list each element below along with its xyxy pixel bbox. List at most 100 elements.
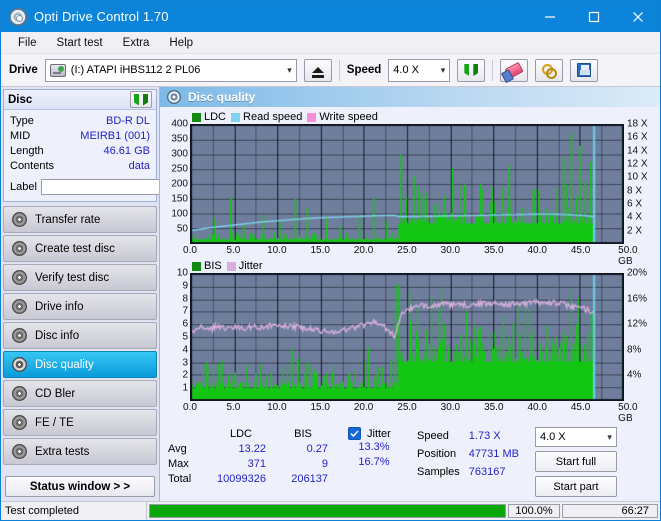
sidebar-item-create-test-disc[interactable]: Create test disc	[3, 235, 157, 262]
erase-button[interactable]	[500, 58, 529, 82]
keys-icon	[541, 63, 557, 79]
eject-button[interactable]	[303, 58, 332, 82]
disc-panel-title: Disc	[8, 93, 33, 106]
legend-label: Jitter	[238, 260, 263, 272]
legend-swatch	[226, 261, 236, 271]
bis-x-axis: 0.0 5.0 10.0 15.0 20.0 25.0 30.0 35.0 40.0 45.0 50…	[183, 401, 638, 424]
window-title: Opti Drive Control 1.70	[34, 9, 169, 24]
bis-y-axis: 1 2 3 4 5 6 7 8 9 10	[164, 268, 190, 401]
sidebar-item-cd-bler[interactable]: CD Bler	[3, 380, 157, 407]
disc-row-value: BD-R DL	[105, 115, 150, 127]
save-button[interactable]	[570, 58, 599, 82]
axis-tick-label: 8	[182, 293, 188, 305]
position-label: Position	[417, 448, 457, 460]
axis-tick-label: 150	[171, 193, 188, 205]
axis-tick-label: 35.0	[484, 402, 504, 413]
avg-bis-value: 0.27	[306, 443, 328, 455]
axis-tick-label: 45.0	[570, 402, 591, 413]
position-row: Position 47731 MB	[416, 445, 527, 463]
drive-select[interactable]: (I:) ATAPI iHBS112 2 PL06 ▾	[44, 58, 297, 82]
chevron-down-icon: ▾	[607, 431, 612, 442]
total-bis-value: 206137	[291, 473, 328, 485]
samples-label: Samples	[417, 466, 460, 478]
chevron-down-icon: ▾	[287, 64, 292, 75]
axis-tick-label: 7	[182, 305, 188, 317]
row-label-avg: Avg	[168, 443, 187, 455]
samples-value: 763167	[468, 466, 506, 478]
axis-tick-label: 10.0	[267, 245, 287, 256]
jitter-checkbox[interactable]	[348, 427, 361, 440]
refresh-icon	[133, 93, 149, 107]
charts-area: LDC Read speed Write speed 50 100 150 200 25…	[160, 107, 660, 424]
axis-tick-label: 40.0	[527, 245, 547, 256]
disc-row-key: Contents	[10, 160, 55, 172]
jitter-label: Jitter	[367, 427, 391, 440]
bis-plot	[190, 273, 624, 401]
sidebar-item-disc-quality[interactable]: Disc quality	[3, 351, 157, 378]
menu-item-file[interactable]: File	[9, 34, 46, 52]
disc-icon	[12, 299, 27, 314]
bis-jitter-axis: 4% 8% 12% 16% 20%	[624, 268, 656, 401]
menu-item-help[interactable]: Help	[160, 34, 202, 52]
test-speed-select[interactable]: 4.0 X ▾	[534, 427, 617, 447]
maximize-button[interactable]	[572, 1, 616, 32]
disc-icon	[12, 270, 27, 285]
axis-tick-label: 18 X	[627, 118, 648, 130]
axis-tick-label: 45.0	[570, 245, 591, 256]
status-window-button[interactable]: Status window > >	[5, 476, 155, 497]
axis-tick-label: 4 X	[627, 211, 643, 223]
max-bis-value: 9	[321, 458, 328, 470]
max-ldc-value: 371	[247, 458, 266, 470]
legend-swatch	[192, 261, 201, 271]
bis-chart: BIS Jitter 1 2 3 4 5 6 7 8 9 10 4% 8% 12% 16% 20%	[164, 259, 656, 424]
disc-label-key: Label	[10, 180, 37, 193]
axis-tick-label: 16 X	[627, 131, 648, 143]
menu-item-start-test[interactable]: Start test	[48, 34, 112, 52]
speed-label: Speed	[346, 64, 382, 76]
refresh-button[interactable]	[457, 58, 486, 82]
sidebar-item-extra-tests[interactable]: Extra tests	[3, 438, 157, 465]
test-actions: 4.0 X ▾ Start full Start part	[534, 427, 617, 497]
toolbar-divider	[338, 59, 340, 81]
disc-quality-icon	[167, 90, 181, 104]
window-controls	[528, 1, 660, 32]
axis-tick-label: 200	[171, 178, 188, 190]
axis-tick-label: 0.0	[183, 245, 197, 256]
legend-label: LDC	[204, 111, 227, 123]
start-full-button[interactable]: Start full	[534, 451, 617, 472]
axis-tick-label: 5.0	[226, 245, 241, 256]
axis-tick-label: 8 X	[627, 185, 643, 197]
sidebar-item-disc-info[interactable]: Disc info	[3, 322, 157, 349]
minimize-button[interactable]	[528, 1, 572, 32]
axis-tick-label: 35.0	[484, 245, 504, 256]
disc-row-value: MEIRB1 (001)	[80, 130, 150, 142]
jitter-max-value: 16.7%	[358, 456, 390, 468]
ldc-speed-axis: 2 X 4 X6 X8 X 10 X 12 X 14 X 16 X 18 X	[624, 119, 656, 244]
chevron-down-icon: ▾	[440, 64, 446, 75]
disc-icon	[12, 386, 27, 401]
disc-icon	[12, 212, 27, 227]
axis-tick-label: 3	[182, 357, 188, 369]
speed-select[interactable]: 4.0 X ▾	[388, 58, 451, 82]
sidebar-item-transfer-rate[interactable]: Transfer rate	[3, 206, 157, 233]
disc-refresh-button[interactable]	[130, 91, 152, 108]
axis-tick-label: 300	[171, 148, 188, 160]
menu-item-extra[interactable]: Extra	[114, 34, 159, 52]
axis-tick-label: 10	[176, 267, 188, 279]
sidebar-item-label: Drive info	[35, 300, 84, 313]
axis-tick-label: 5	[182, 331, 188, 343]
table-row: Avg 13.22 0.27	[168, 442, 334, 457]
legend-label: Write speed	[319, 111, 378, 123]
page-title: Disc quality	[188, 90, 256, 104]
sidebar-item-drive-info[interactable]: Drive info	[3, 293, 157, 320]
axis-tick-label: 50	[176, 223, 188, 235]
sidebar-item-verify-test-disc[interactable]: Verify test disc	[3, 264, 157, 291]
keys-button[interactable]	[535, 58, 564, 82]
start-part-button[interactable]: Start part	[534, 476, 617, 497]
legend-item-bis: BIS	[192, 260, 222, 272]
eraser-icon	[504, 61, 524, 79]
sidebar-item-fe-te[interactable]: FE / TE	[3, 409, 157, 436]
close-button[interactable]	[616, 1, 660, 32]
disc-panel-header: Disc	[4, 90, 156, 110]
axis-tick-label: 400	[171, 118, 188, 130]
